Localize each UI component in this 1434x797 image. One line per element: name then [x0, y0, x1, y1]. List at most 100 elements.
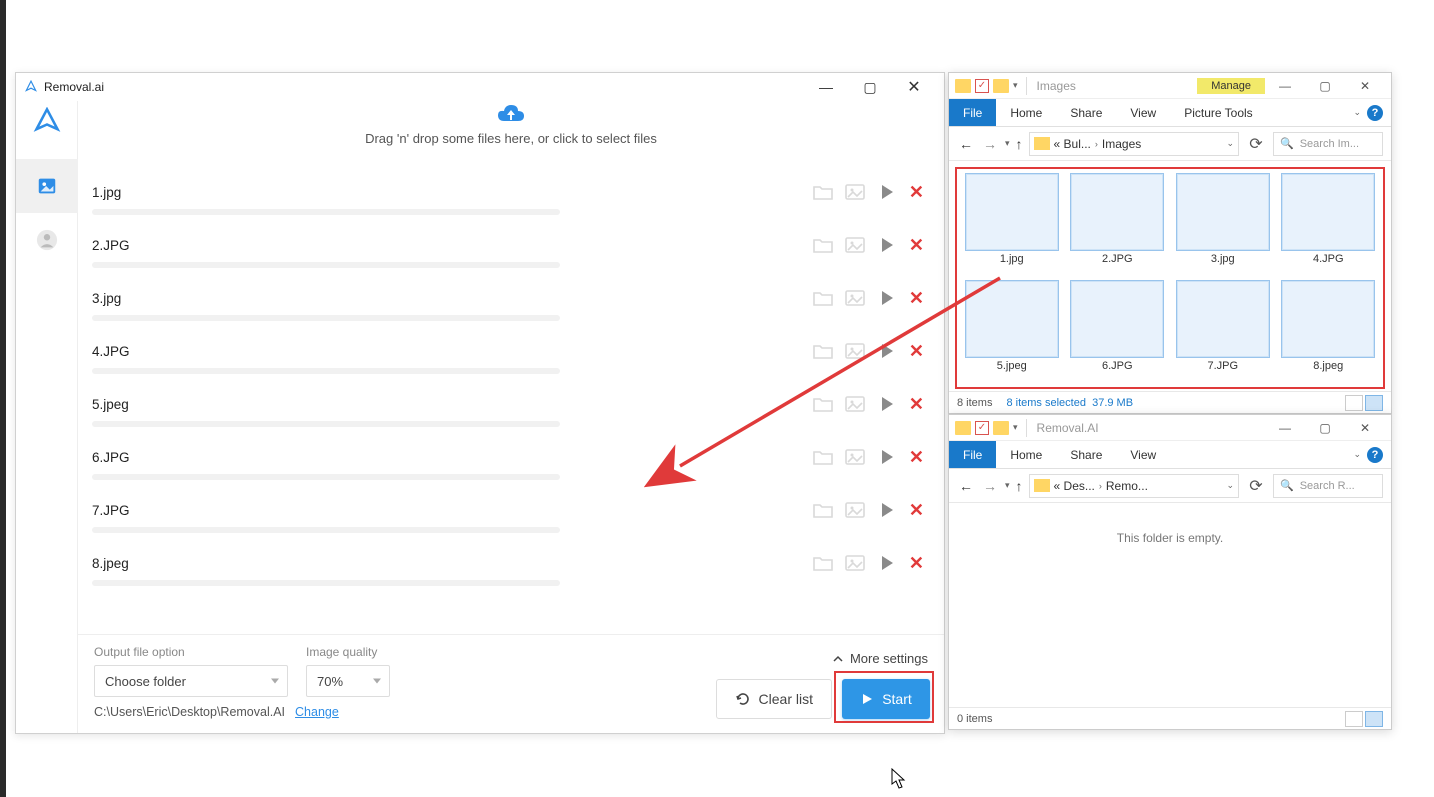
view-details-button[interactable] — [1345, 711, 1363, 727]
expand-ribbon-icon[interactable]: ⌄ — [1353, 449, 1361, 460]
remove-button[interactable]: ✕ — [909, 288, 924, 309]
tab-view[interactable]: View — [1116, 99, 1170, 126]
drop-zone[interactable]: Drag 'n' drop some files here, or click … — [78, 101, 944, 167]
preview-icon[interactable] — [845, 288, 865, 308]
help-icon[interactable]: ? — [1367, 105, 1383, 121]
view-thumbnails-button[interactable] — [1365, 395, 1383, 411]
refresh-button[interactable]: ⟳ — [1245, 134, 1267, 154]
preview-icon[interactable] — [845, 500, 865, 520]
chevron-down-icon[interactable]: ⌄ — [1226, 480, 1234, 491]
remove-button[interactable]: ✕ — [909, 341, 924, 362]
remove-button[interactable]: ✕ — [909, 447, 924, 468]
breadcrumb[interactable]: « Bul... › Images ⌄ — [1029, 132, 1239, 156]
view-details-button[interactable] — [1345, 395, 1363, 411]
dropdown-caret-icon[interactable]: ▾ — [1013, 80, 1018, 91]
preview-icon[interactable] — [845, 235, 865, 255]
preview-icon[interactable] — [845, 341, 865, 361]
quality-select[interactable]: 70% — [306, 665, 390, 697]
search-input[interactable]: 🔍 Search Im... — [1273, 132, 1383, 156]
remove-button[interactable]: ✕ — [909, 235, 924, 256]
thumbnail-item[interactable]: 7.JPG — [1173, 281, 1273, 382]
dropdown-caret-icon[interactable]: ▾ — [1013, 422, 1018, 433]
open-folder-icon[interactable] — [813, 447, 833, 467]
maximize-button[interactable]: ▢ — [848, 73, 892, 101]
nav-forward-button[interactable]: → — [981, 478, 999, 494]
remove-button[interactable]: ✕ — [909, 553, 924, 574]
close-button[interactable]: ✕ — [1345, 415, 1385, 441]
process-button[interactable] — [877, 341, 897, 361]
app-titlebar[interactable]: Removal.ai — ▢ ✕ — [16, 73, 944, 101]
open-folder-icon[interactable] — [813, 182, 833, 202]
process-button[interactable] — [877, 235, 897, 255]
clear-list-button[interactable]: Clear list — [716, 679, 832, 719]
open-folder-icon[interactable] — [813, 288, 833, 308]
tab-file[interactable]: File — [949, 441, 996, 468]
open-folder-icon[interactable] — [813, 341, 833, 361]
maximize-button[interactable]: ▢ — [1305, 73, 1345, 99]
thumbnail-item[interactable]: 2.JPG — [1068, 174, 1168, 275]
explorer2-titlebar[interactable]: ✓ ▾ Removal.AI — ▢ ✕ — [949, 415, 1391, 441]
nav-history-caret[interactable]: ▾ — [1005, 480, 1010, 491]
thumbnail-item[interactable]: 1.jpg — [962, 174, 1062, 275]
minimize-button[interactable]: — — [804, 73, 848, 101]
thumbnail-image — [1071, 281, 1163, 357]
process-button[interactable] — [877, 553, 897, 573]
tab-view[interactable]: View — [1116, 441, 1170, 468]
preview-icon[interactable] — [845, 447, 865, 467]
nav-history-caret[interactable]: ▾ — [1005, 138, 1010, 149]
process-button[interactable] — [877, 394, 897, 414]
minimize-button[interactable]: — — [1265, 73, 1305, 99]
open-folder-icon[interactable] — [813, 235, 833, 255]
breadcrumb[interactable]: « Des... › Remo... ⌄ — [1029, 474, 1239, 498]
search-input[interactable]: 🔍 Search R... — [1273, 474, 1383, 498]
more-settings-toggle[interactable]: More settings — [832, 645, 928, 666]
nav-up-button[interactable]: ↑ — [1016, 478, 1023, 494]
explorer1-content[interactable]: 1.jpg2.JPG3.jpg4.JPG 5.jpeg6.JPG7.JPG8.jp… — [949, 161, 1391, 391]
manage-tab[interactable]: Manage — [1197, 78, 1265, 94]
preview-icon[interactable] — [845, 394, 865, 414]
maximize-button[interactable]: ▢ — [1305, 415, 1345, 441]
process-button[interactable] — [877, 447, 897, 467]
thumbnail-item[interactable]: 3.jpg — [1173, 174, 1273, 275]
sidebar-item-profile[interactable] — [16, 213, 78, 267]
tab-share[interactable]: Share — [1056, 99, 1116, 126]
nav-back-button[interactable]: ← — [957, 136, 975, 152]
thumbnail-item[interactable]: 4.JPG — [1279, 174, 1379, 275]
minimize-button[interactable]: — — [1265, 415, 1305, 441]
refresh-button[interactable]: ⟳ — [1245, 476, 1267, 496]
thumbnail-item[interactable]: 5.jpeg — [962, 281, 1062, 382]
change-link[interactable]: Change — [295, 705, 339, 719]
open-folder-icon[interactable] — [813, 500, 833, 520]
remove-button[interactable]: ✕ — [909, 500, 924, 521]
remove-button[interactable]: ✕ — [909, 182, 924, 203]
process-button[interactable] — [877, 182, 897, 202]
process-button[interactable] — [877, 500, 897, 520]
explorer1-titlebar[interactable]: ✓ ▾ Images Manage — ▢ ✕ — [949, 73, 1391, 99]
start-button[interactable]: Start — [842, 679, 930, 719]
process-button[interactable] — [877, 288, 897, 308]
preview-icon[interactable] — [845, 553, 865, 573]
view-thumbnails-button[interactable] — [1365, 711, 1383, 727]
output-folder-select[interactable]: Choose folder — [94, 665, 288, 697]
remove-button[interactable]: ✕ — [909, 394, 924, 415]
chevron-down-icon[interactable]: ⌄ — [1226, 138, 1234, 149]
close-button[interactable]: ✕ — [892, 73, 936, 101]
nav-up-button[interactable]: ↑ — [1016, 136, 1023, 152]
explorer2-content[interactable]: This folder is empty. — [949, 503, 1391, 707]
tab-share[interactable]: Share — [1056, 441, 1116, 468]
close-button[interactable]: ✕ — [1345, 73, 1385, 99]
open-folder-icon[interactable] — [813, 553, 833, 573]
help-icon[interactable]: ? — [1367, 447, 1383, 463]
preview-icon[interactable] — [845, 182, 865, 202]
tab-home[interactable]: Home — [996, 99, 1056, 126]
tab-home[interactable]: Home — [996, 441, 1056, 468]
expand-ribbon-icon[interactable]: ⌄ — [1353, 107, 1361, 118]
open-folder-icon[interactable] — [813, 394, 833, 414]
tab-file[interactable]: File — [949, 99, 996, 126]
thumbnail-item[interactable]: 8.jpeg — [1279, 281, 1379, 382]
nav-forward-button[interactable]: → — [981, 136, 999, 152]
nav-back-button[interactable]: ← — [957, 478, 975, 494]
thumbnail-item[interactable]: 6.JPG — [1068, 281, 1168, 382]
sidebar-item-image[interactable] — [16, 159, 78, 213]
tab-picture-tools[interactable]: Picture Tools — [1170, 99, 1266, 126]
